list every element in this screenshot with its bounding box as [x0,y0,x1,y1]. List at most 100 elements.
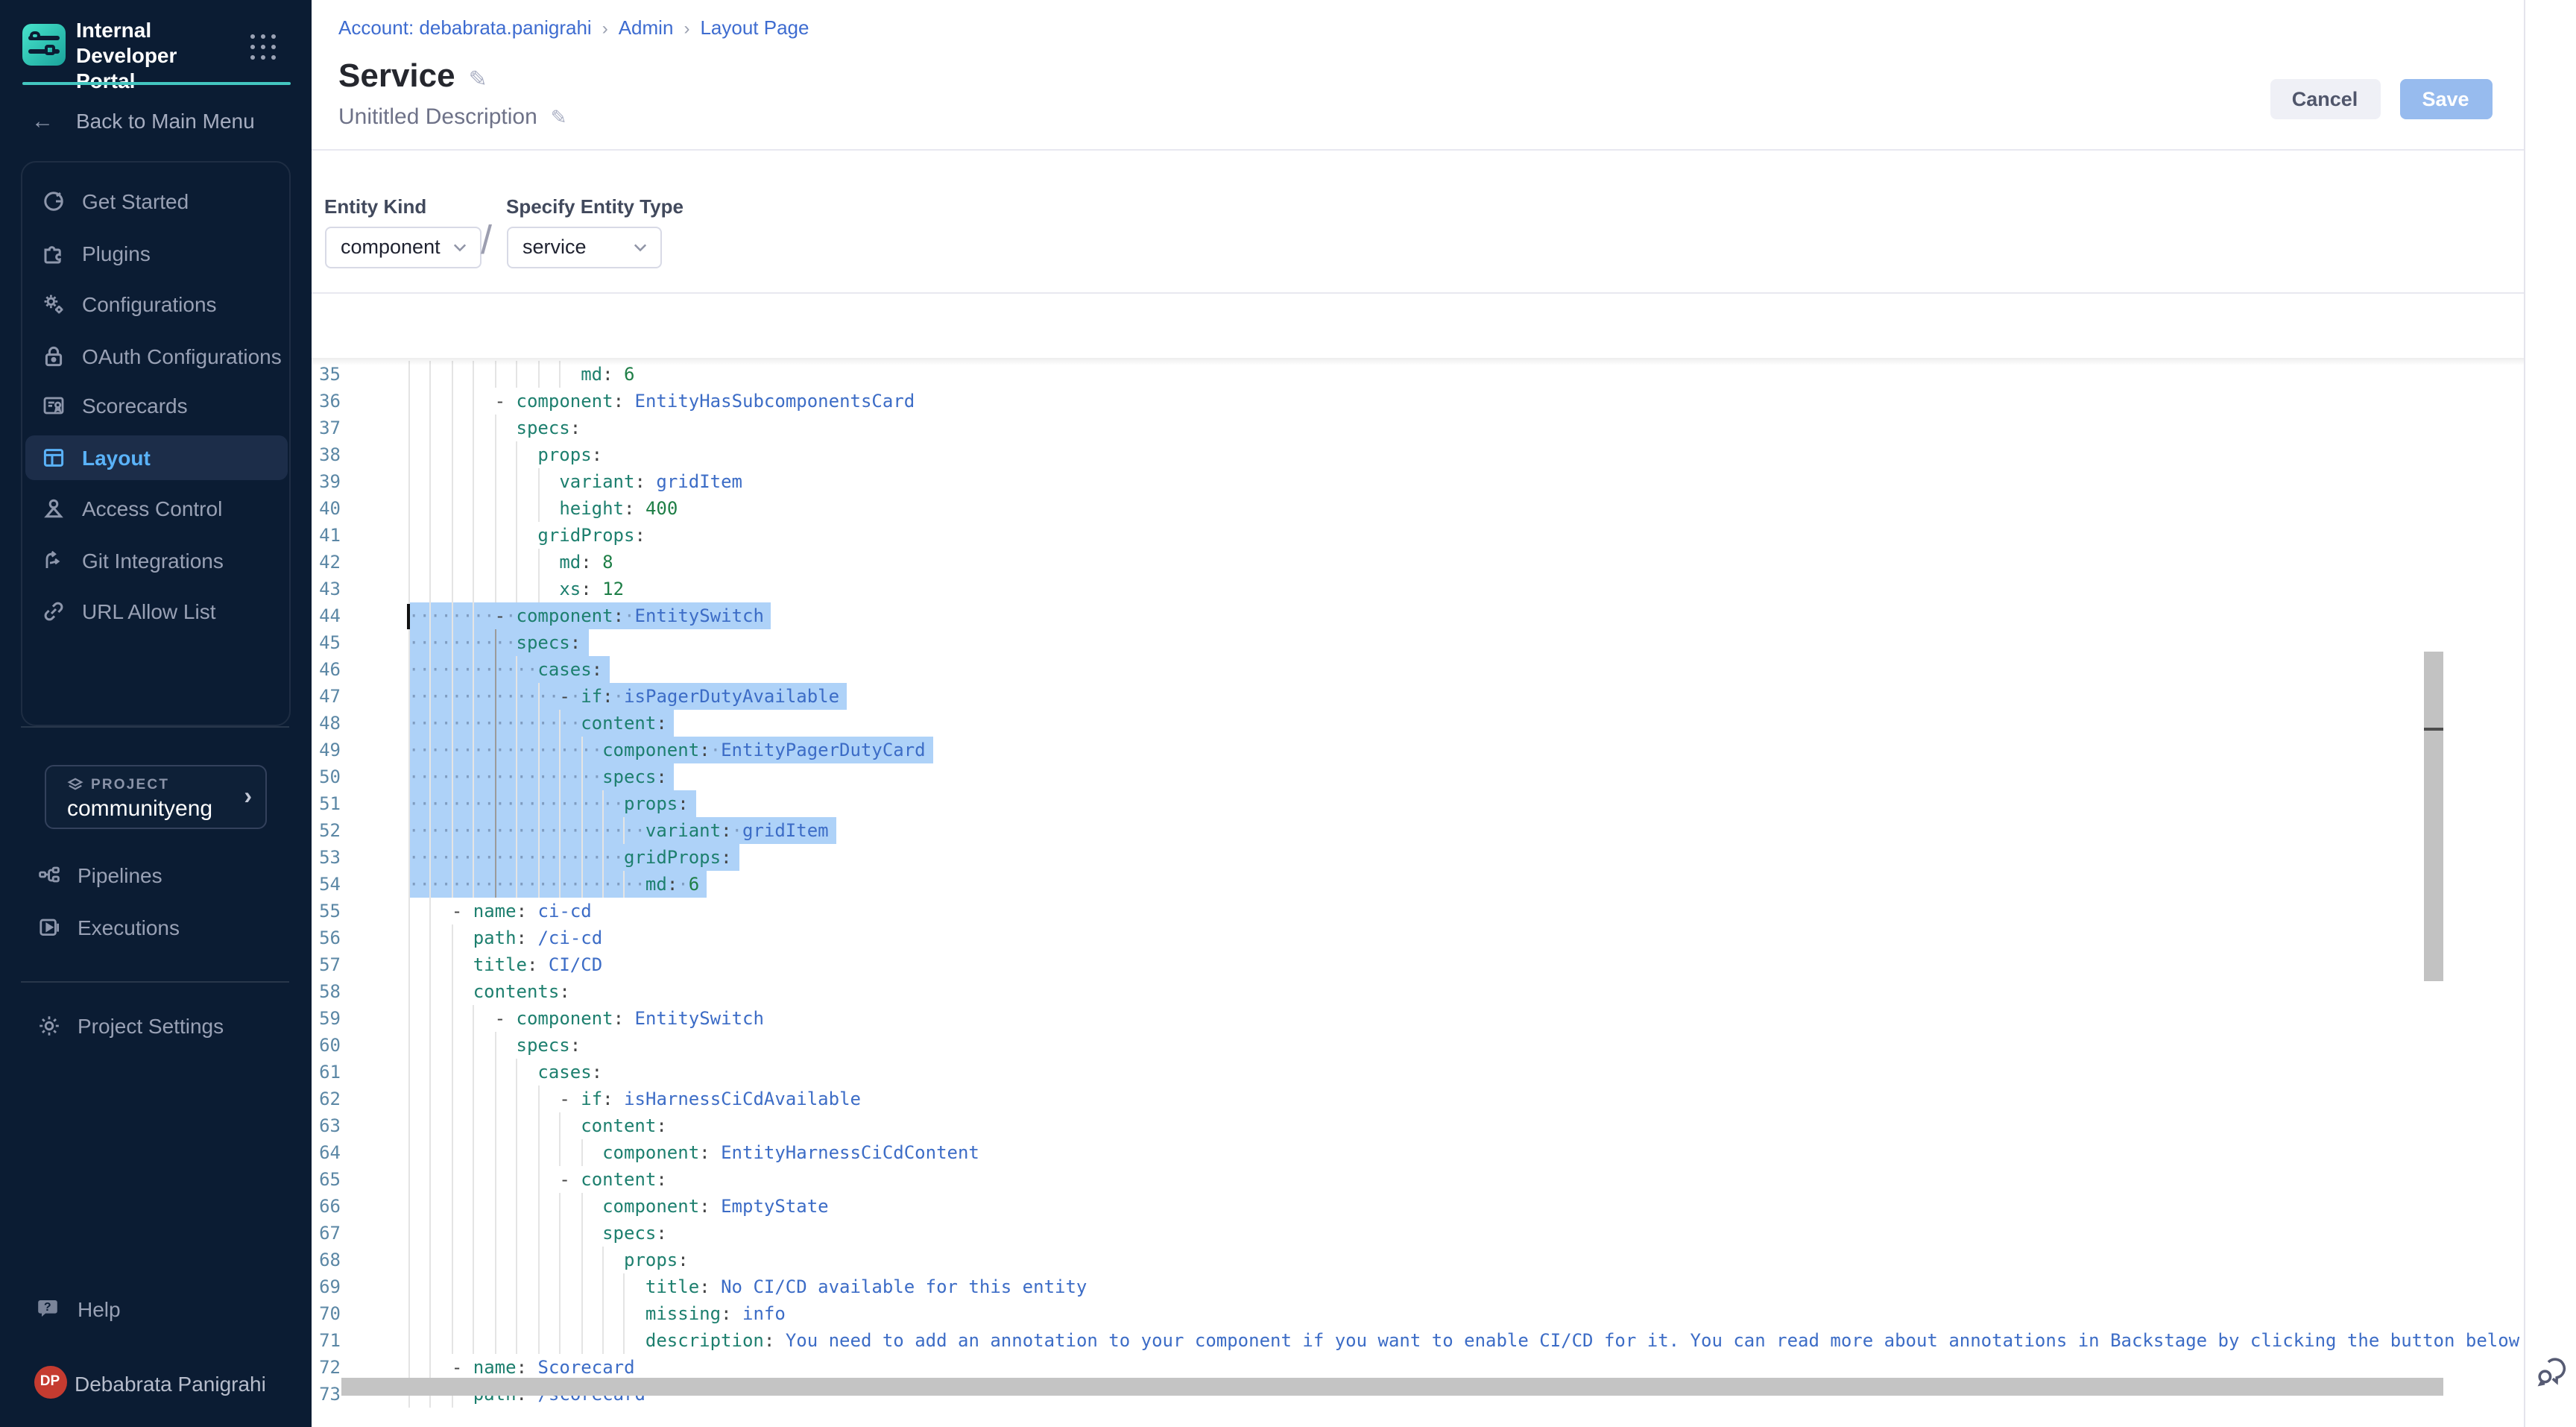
sidebar-item-executions[interactable]: Executions [24,904,286,949]
code-line-50[interactable]: 50··················specs: [311,763,2523,790]
code-line-43[interactable]: 43 xs: 12 [311,576,2523,602]
code-text: specs: [408,415,581,441]
sidebar-item-url-allow-list[interactable]: URL Allow List [25,588,288,633]
line-number: 58 [311,978,341,1005]
cancel-button[interactable]: Cancel [2270,78,2380,119]
harness-idp-logo[interactable] [22,23,65,66]
app-switcher-icon[interactable] [250,34,277,61]
code-line-52[interactable]: 52······················variant:·gridIte… [311,817,2523,844]
sidebar-item-label: OAuth Configurations [82,344,282,368]
back-to-main-menu[interactable]: ← Back to Main Menu [21,101,289,140]
line-number: 51 [311,790,341,817]
sidebar-item-help[interactable]: ? Help [24,1287,286,1332]
breadcrumb-separator: › [602,17,608,38]
support-chat-icon[interactable] [2534,1354,2569,1390]
sidebar-item-plugins[interactable]: Plugins [25,230,288,275]
code-line-57[interactable]: 57 title: CI/CD [311,951,2523,978]
line-number: 57 [311,951,341,978]
breadcrumb-link-0[interactable]: Account: debabrata.panigrahi [338,16,592,39]
code-line-36[interactable]: 36 - component: EntityHasSubcomponentsCa… [311,388,2523,415]
code-line-53[interactable]: 53····················gridProps: [311,844,2523,871]
code-text: - component: EntitySwitch [408,1005,764,1032]
code-line-66[interactable]: 66 component: EmptyState [311,1193,2523,1220]
code-line-68[interactable]: 68 props: [311,1247,2523,1273]
code-line-46[interactable]: 46 ············cases: [311,656,2523,683]
page-description: Unititled Description✎ [338,104,567,130]
line-number: 67 [311,1220,341,1247]
code-text: xs: 12 [408,576,624,602]
code-line-65[interactable]: 65 - content: [311,1166,2523,1193]
vertical-scrollbar[interactable] [2423,651,2443,980]
breadcrumb-separator: › [684,17,689,38]
entity-kind-dropdown[interactable]: component [324,226,481,268]
sidebar-item-scorecards[interactable]: Scorecards [25,383,288,428]
code-line-45[interactable]: 45··········specs: [311,629,2523,656]
code-line-48[interactable]: 48················content: [311,710,2523,737]
edit-description-pencil-icon[interactable]: ✎ [551,106,567,128]
code-line-41[interactable]: 41 gridProps: [311,522,2523,549]
sidebar-item-label: URL Allow List [82,599,216,623]
code-text: ············cases: [408,656,602,683]
code-line-69[interactable]: 69 title: No CI/CD available for this en… [311,1273,2523,1300]
code-line-56[interactable]: 56 path: /ci-cd [311,924,2523,951]
plugins-icon [42,241,66,265]
breadcrumb-link-1[interactable]: Admin [619,16,674,39]
line-number: 46 [311,656,341,683]
user-avatar[interactable]: DP [34,1365,66,1398]
sidebar-item-configurations[interactable]: Configurations [25,282,288,327]
sidebar-item-pipelines[interactable]: Pipelines [24,853,286,898]
yaml-code-editor[interactable]: 35 md: 636 - component: EntityHasSubcomp… [311,358,2523,1408]
code-line-70[interactable]: 70 missing: info [311,1300,2523,1327]
project-settings-label: Project Settings [78,1013,224,1037]
user-name[interactable]: Debabrata Panigrahi [75,1371,266,1395]
project-selector[interactable]: PROJECT communityeng › [45,765,267,829]
line-number: 52 [311,817,341,844]
code-text: ··················component:·EntityPager… [408,737,926,763]
chevron-down-icon [452,242,466,251]
code-line-58[interactable]: 58 contents: [311,978,2523,1005]
code-line-71[interactable]: 71 description: You need to add an annot… [311,1327,2523,1354]
code-line-49[interactable]: 49··················component:·EntityPag… [311,737,2523,763]
horizontal-scrollbar[interactable] [341,1378,2443,1396]
code-line-51[interactable]: 51····················props: [311,790,2523,817]
line-number: 69 [311,1273,341,1300]
sidebar-item-oauth-configurations[interactable]: OAuth Configurations [25,333,288,378]
code-line-54[interactable]: 54······················md:·6 [311,871,2523,898]
logo-circle [30,31,40,40]
line-number: 62 [311,1086,341,1112]
divider [21,726,289,728]
code-line-62[interactable]: 62 - if: isHarnessCiCdAvailable [311,1086,2523,1112]
code-text: - name: ci-cd [408,898,592,924]
code-line-38[interactable]: 38 props: [311,441,2523,468]
sidebar-item-git-integrations[interactable]: Git Integrations [25,538,288,582]
page-title-text: Service [338,57,455,94]
sidebar-item-label: Git Integrations [82,548,224,572]
save-button[interactable]: Save [2399,78,2492,119]
chevron-right-icon: › [244,784,252,811]
code-line-44[interactable]: 44········-·component:·EntitySwitch [311,602,2523,629]
code-line-61[interactable]: 61 cases: [311,1059,2523,1086]
code-text: ··············-·if:·isPagerDutyAvailable [408,683,839,710]
code-line-63[interactable]: 63 content: [311,1112,2523,1139]
sidebar-item-layout[interactable]: Layout [25,435,288,479]
edit-title-pencil-icon[interactable]: ✎ [469,67,487,92]
entity-type-dropdown[interactable]: service [506,226,661,268]
line-number: 40 [311,495,341,522]
code-line-39[interactable]: 39 variant: gridItem [311,468,2523,495]
sidebar-item-project-settings[interactable]: Project Settings [24,1003,286,1048]
code-line-55[interactable]: 55 - name: ci-cd [311,898,2523,924]
code-line-59[interactable]: 59 - component: EntitySwitch [311,1005,2523,1032]
code-line-42[interactable]: 42 md: 8 [311,549,2523,576]
code-line-72[interactable]: 72 - name: Scorecard [311,1354,2523,1381]
code-line-37[interactable]: 37 specs: [311,415,2523,441]
code-line-67[interactable]: 67 specs: [311,1220,2523,1247]
code-line-47[interactable]: 47··············-·if:·isPagerDutyAvailab… [311,683,2523,710]
sidebar-item-label: Layout [82,445,151,469]
code-line-60[interactable]: 60 specs: [311,1032,2523,1059]
sidebar-item-access-control[interactable]: Access Control [25,486,288,531]
code-line-40[interactable]: 40 height: 400 [311,495,2523,522]
breadcrumb-link-2[interactable]: Layout Page [700,16,809,39]
chevron-down-icon [633,242,646,251]
code-line-64[interactable]: 64 component: EntityHarnessCiCdContent [311,1139,2523,1166]
sidebar-item-get-started[interactable]: Get Started [25,179,288,224]
